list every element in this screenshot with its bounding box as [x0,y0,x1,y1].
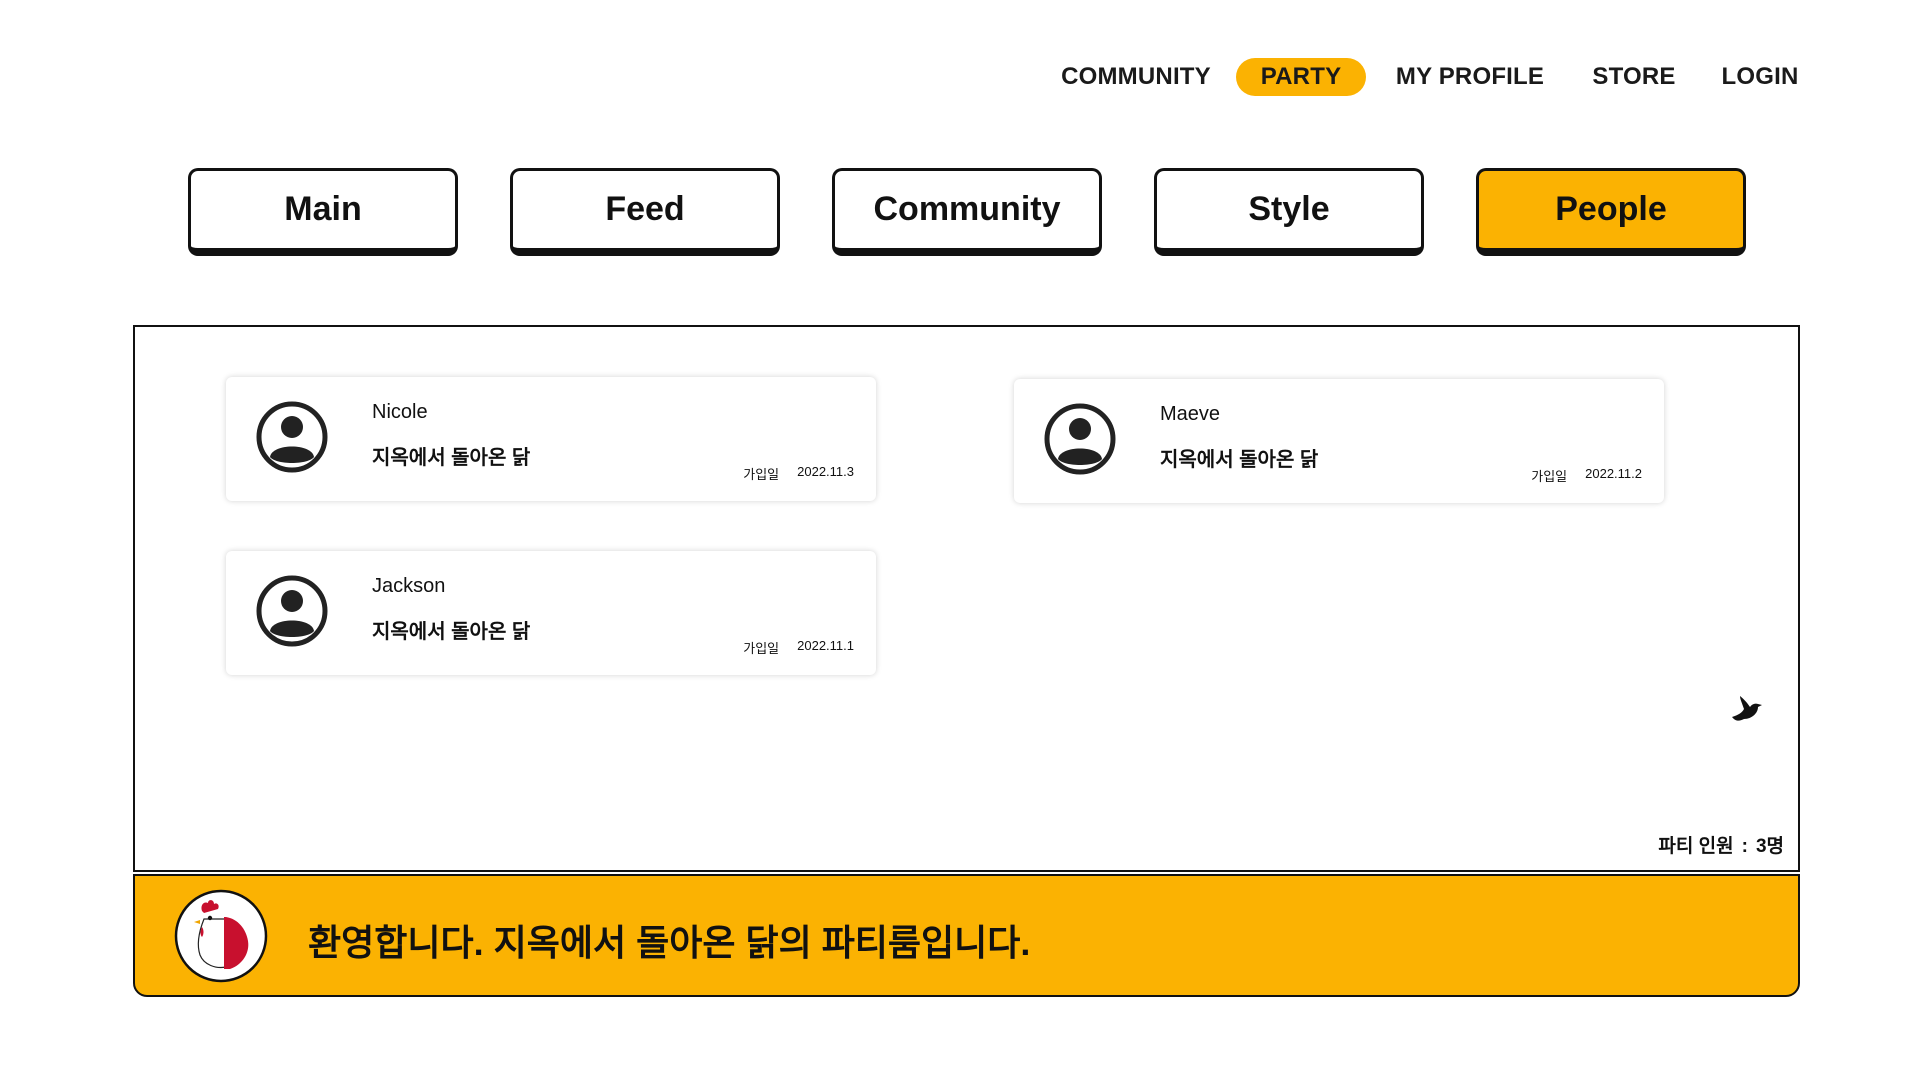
party-count-separator: : [1741,836,1748,857]
member-status: 지옥에서 돌아온 닭 [372,621,531,643]
nav-login[interactable]: LOGIN [1710,58,1810,96]
join-info: 가입일 2022.11.2 [1531,466,1642,485]
bird-icon[interactable] [1730,695,1764,725]
nav-my-profile[interactable]: MY PROFILE [1376,58,1564,96]
join-label: 가입일 [743,641,780,656]
join-date: 2022.11.3 [797,464,854,479]
member-name: Maeve [1160,403,1221,425]
tab-people[interactable]: People [1476,168,1746,256]
member-card-nicole[interactable]: Nicole 지옥에서 돌아온 닭 가입일 2022.11.3 [226,377,876,501]
user-circle-icon [256,575,328,647]
join-label: 가입일 [743,467,780,482]
join-date: 2022.11.2 [1585,466,1642,481]
welcome-banner: 환영합니다. 지옥에서 돌아온 닭의 파티룸입니다. [133,874,1800,997]
join-info: 가입일 2022.11.3 [743,464,854,483]
tab-feed[interactable]: Feed [510,168,780,256]
member-status: 지옥에서 돌아온 닭 [1160,449,1319,471]
category-tabs: Main Feed Community Style People [188,168,1746,256]
member-card-jackson[interactable]: Jackson 지옥에서 돌아온 닭 가입일 2022.11.1 [226,551,876,675]
member-name: Jackson [372,575,446,597]
member-name: Nicole [372,401,428,423]
nav-party[interactable]: PARTY [1236,58,1366,96]
nav-store[interactable]: STORE [1584,58,1684,96]
party-count-label: 파티 인원 [1658,836,1734,857]
tab-main[interactable]: Main [188,168,458,256]
join-label: 가입일 [1531,469,1568,484]
user-circle-icon [256,401,328,473]
join-date: 2022.11.1 [797,638,854,653]
chicken-logo [174,889,268,983]
user-circle-icon [1044,403,1116,475]
tab-style[interactable]: Style [1154,168,1424,256]
tab-community[interactable]: Community [832,168,1102,256]
welcome-message: 환영합니다. 지옥에서 돌아온 닭의 파티룸입니다. [308,922,1031,963]
top-nav: COMMUNITY PARTY MY PROFILE STORE LOGIN [1040,58,1810,96]
member-status: 지옥에서 돌아온 닭 [372,447,531,469]
members-panel: Nicole 지옥에서 돌아온 닭 가입일 2022.11.3 Maeve 지옥… [133,325,1800,872]
party-count-value: 3명 [1755,836,1784,857]
join-info: 가입일 2022.11.1 [743,638,854,657]
nav-community[interactable]: COMMUNITY [1040,58,1232,96]
member-card-maeve[interactable]: Maeve 지옥에서 돌아온 닭 가입일 2022.11.2 [1014,379,1664,503]
party-count: 파티 인원:3명 [1658,831,1784,858]
